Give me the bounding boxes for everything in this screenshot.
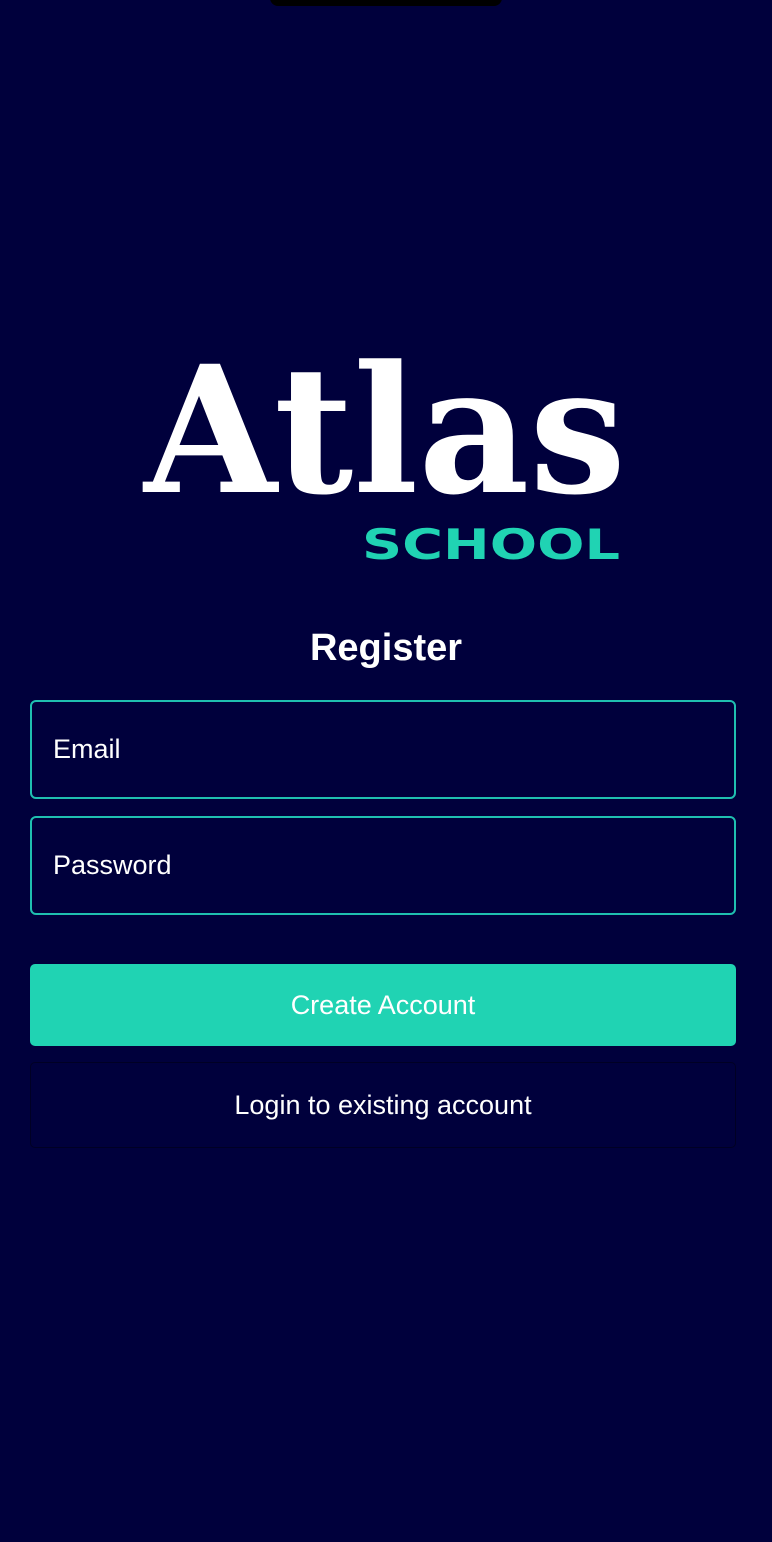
login-existing-account-button[interactable]: Login to existing account xyxy=(30,1062,736,1148)
logo-tagline-text: SCHOOL xyxy=(362,520,620,569)
page-title: Register xyxy=(309,627,463,669)
create-account-button[interactable]: Create Account xyxy=(30,964,736,1046)
email-field[interactable] xyxy=(32,702,734,797)
logo-wordmark-text: Atlas xyxy=(142,342,626,502)
logo-wordmark: Atlas xyxy=(142,342,626,502)
logo-tagline: SCHOOL xyxy=(362,520,620,569)
password-field-container xyxy=(30,816,736,915)
email-field-container xyxy=(30,700,736,799)
atlas-school-logo: Atlas SCHOOL xyxy=(0,0,772,600)
password-field[interactable] xyxy=(32,818,734,913)
